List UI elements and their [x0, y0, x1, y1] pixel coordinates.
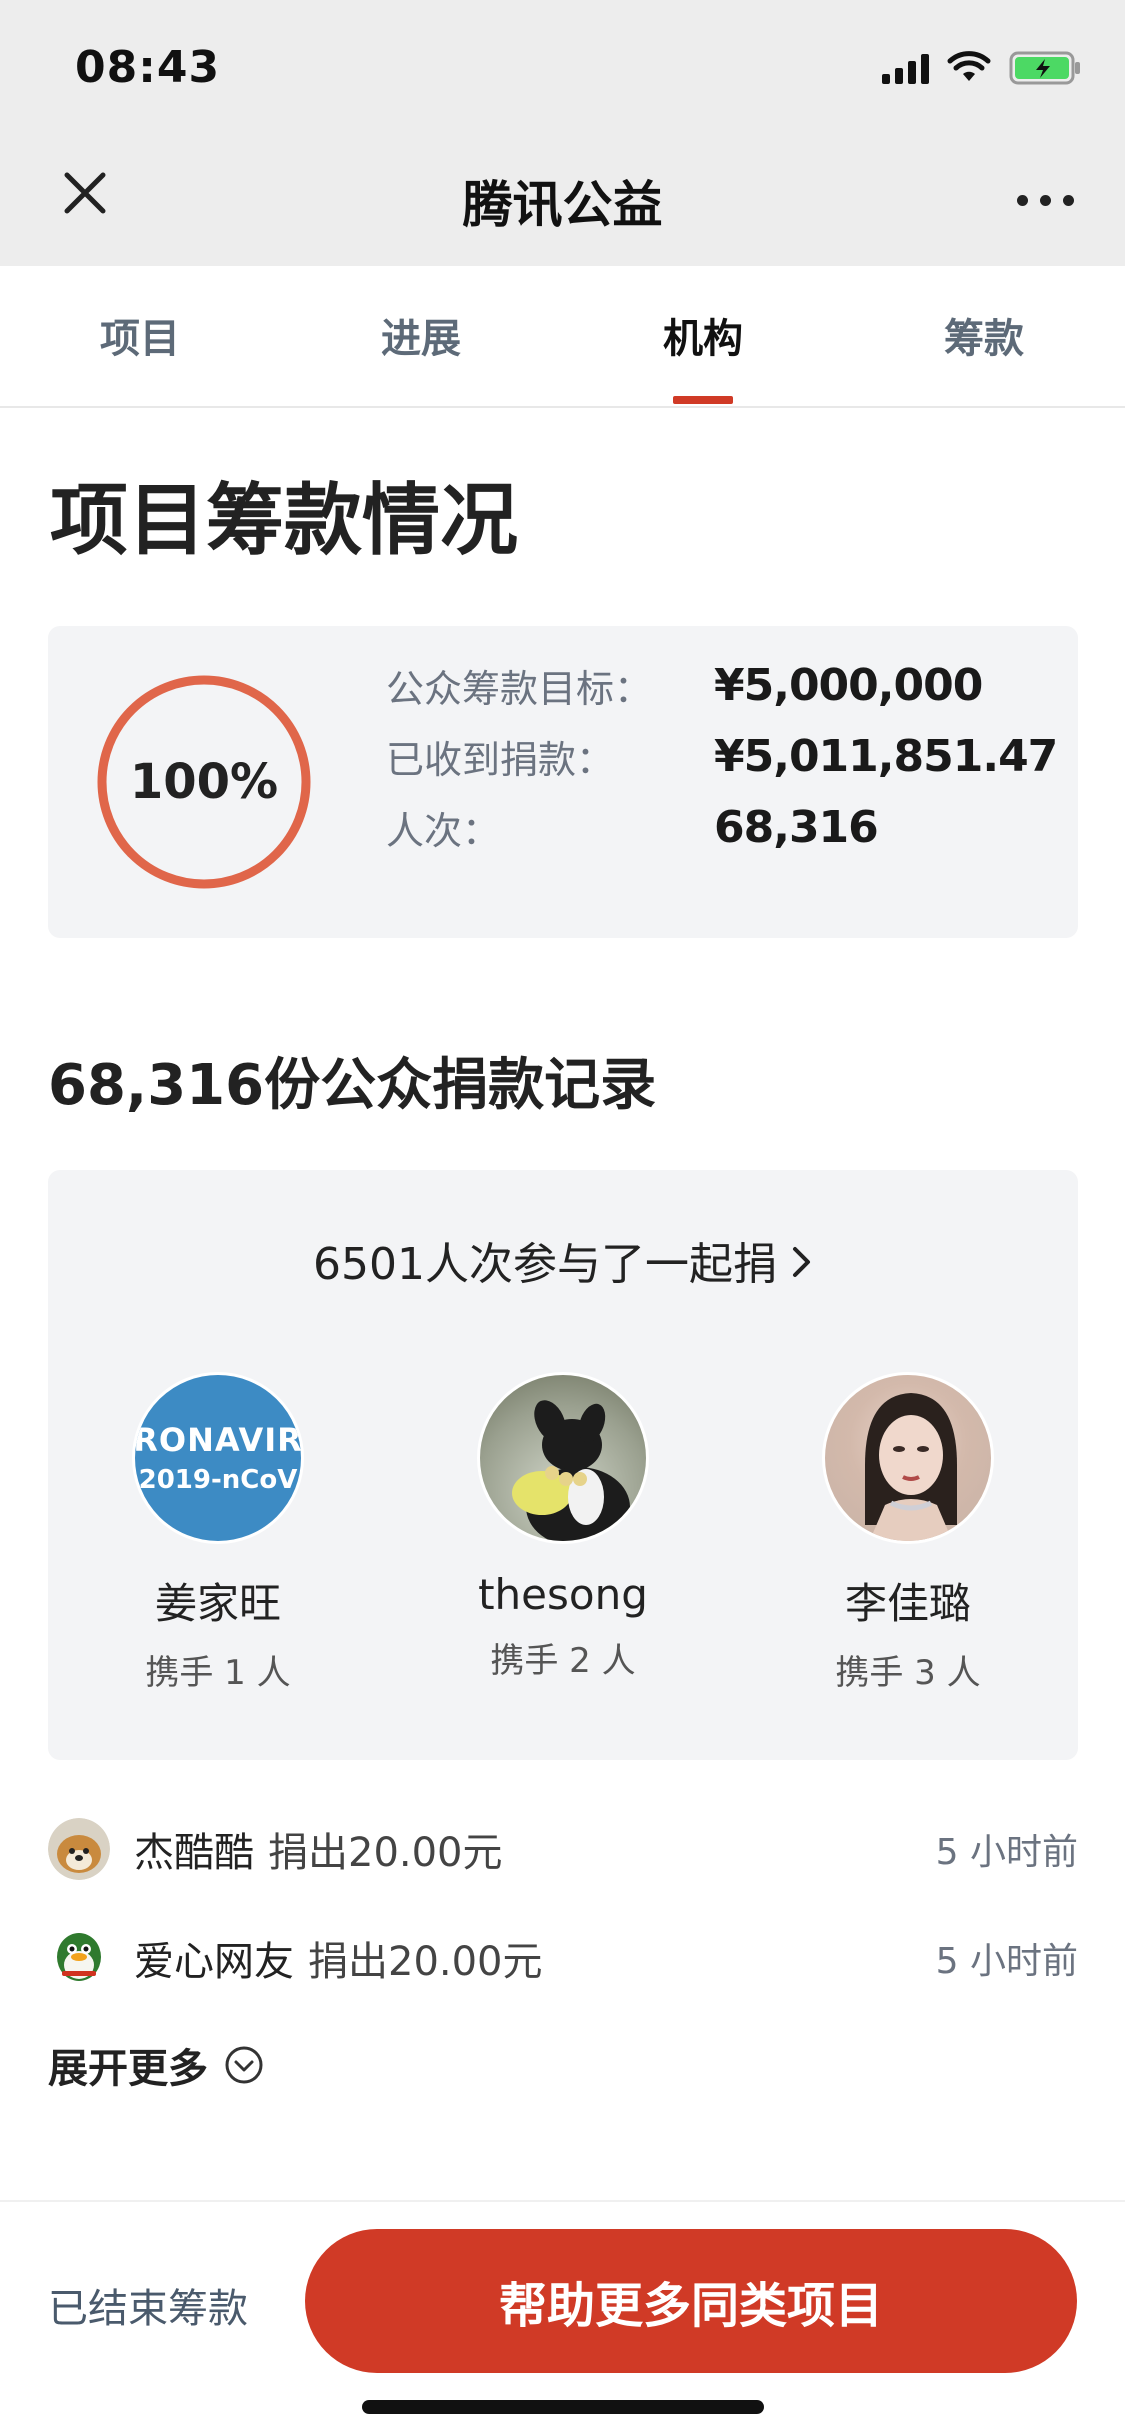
stat-label: 公众筹款目标：	[386, 667, 653, 711]
member-team-count: 携手 3 人	[835, 1653, 981, 1693]
stat-value: ¥5,011,851.47	[714, 731, 1058, 782]
stat-label: 人次：	[386, 809, 501, 853]
member-name: 李佳璐	[844, 1579, 971, 1628]
signal-icon	[882, 52, 929, 84]
progress-percent: 100%	[129, 754, 279, 810]
chevron-down-circle-icon	[225, 2046, 263, 2084]
avatar	[48, 1927, 110, 1989]
stat-row-goal: 公众筹款目标： ¥5,000,000	[386, 658, 983, 713]
donation-time: 5 小时前	[935, 1941, 1078, 1982]
team-link-label: 6501人次参与了一起捐	[313, 1239, 777, 1290]
team-donation-link[interactable]: 6501人次参与了一起捐	[48, 1228, 1078, 1292]
tab-fundraising[interactable]: 筹款	[884, 306, 1084, 364]
battery-icon	[1009, 51, 1080, 85]
stat-value: ¥5,000,000	[714, 660, 983, 711]
stat-row-received: 已收到捐款： ¥5,011,851.47	[386, 729, 1058, 784]
portrait-photo-icon	[865, 1393, 957, 1541]
status-time: 08:43	[75, 42, 221, 93]
donation-amount: 捐出20.00元	[308, 1939, 543, 1985]
stat-row-count: 人次： 68,316	[386, 800, 879, 855]
fundraising-summary-card: 100% 公众筹款目标： ¥5,000,000 已收到捐款： ¥5,011,85…	[48, 626, 1078, 938]
help-more-projects-button[interactable]: 帮助更多同类项目	[305, 2229, 1077, 2373]
chevron-right-icon	[791, 1239, 813, 1290]
avatar	[48, 1818, 110, 1880]
donor-name: 爱心网友	[134, 1939, 294, 1985]
tab-bar: 项目 进展 机构 筹款	[0, 266, 1125, 408]
member-name: thesong	[478, 1570, 648, 1619]
dog-photo-icon	[512, 1400, 630, 1541]
donation-row[interactable]: 爱心网友 捐出20.00元 5 小时前	[48, 1925, 1078, 1991]
team-member[interactable]: 李佳璐 携手 3 人	[738, 1372, 1078, 1694]
more-button[interactable]	[1005, 170, 1085, 230]
page-title: 腾讯公益	[462, 176, 663, 234]
more-icon	[1016, 194, 1028, 206]
wifi-icon	[947, 51, 991, 81]
expand-more-label: 展开更多	[48, 2046, 208, 2092]
donation-row[interactable]: 杰酷酷 捐出20.00元 5 小时前	[48, 1816, 1078, 1882]
member-name: 姜家旺	[154, 1579, 281, 1628]
top-bar: 08:43 腾讯公益	[0, 0, 1125, 266]
member-team-count: 携手 1 人	[145, 1653, 291, 1693]
home-indicator[interactable]	[362, 2400, 764, 2414]
tab-organization[interactable]: 机构	[603, 306, 803, 364]
section-title: 项目筹款情况	[50, 476, 519, 566]
avatar	[477, 1372, 649, 1544]
status-icons	[882, 48, 1083, 88]
team-member[interactable]: thesong 携手 2 人	[393, 1372, 733, 1682]
avatar: RONAVIR 2019-nCoV	[132, 1372, 304, 1544]
avatar-text: RONAVIR	[133, 1421, 303, 1459]
team-member[interactable]: RONAVIR 2019-nCoV 姜家旺 携手 1 人	[48, 1372, 388, 1694]
records-title: 68,316份公众捐款记录	[48, 1053, 657, 1118]
donation-time: 5 小时前	[935, 1832, 1078, 1873]
donor-name: 杰酷酷	[134, 1830, 254, 1876]
tab-progress[interactable]: 进展	[321, 306, 521, 364]
stat-label: 已收到捐款：	[386, 738, 615, 782]
active-tab-indicator	[673, 396, 733, 404]
avatar-text: 2019-nCoV	[138, 1465, 298, 1495]
team-donation-card: 6501人次参与了一起捐 RONAVIR 2019-nCoV 姜家旺 携手 1 …	[48, 1170, 1078, 1760]
tab-project[interactable]: 项目	[40, 306, 240, 364]
avatar	[822, 1372, 994, 1544]
expand-more-button[interactable]: 展开更多	[48, 2036, 264, 2094]
donation-amount: 捐出20.00元	[268, 1830, 503, 1876]
fundraising-ended-label: 已结束筹款	[48, 2286, 248, 2332]
member-team-count: 携手 2 人	[490, 1641, 636, 1681]
stat-value: 68,316	[714, 802, 879, 853]
